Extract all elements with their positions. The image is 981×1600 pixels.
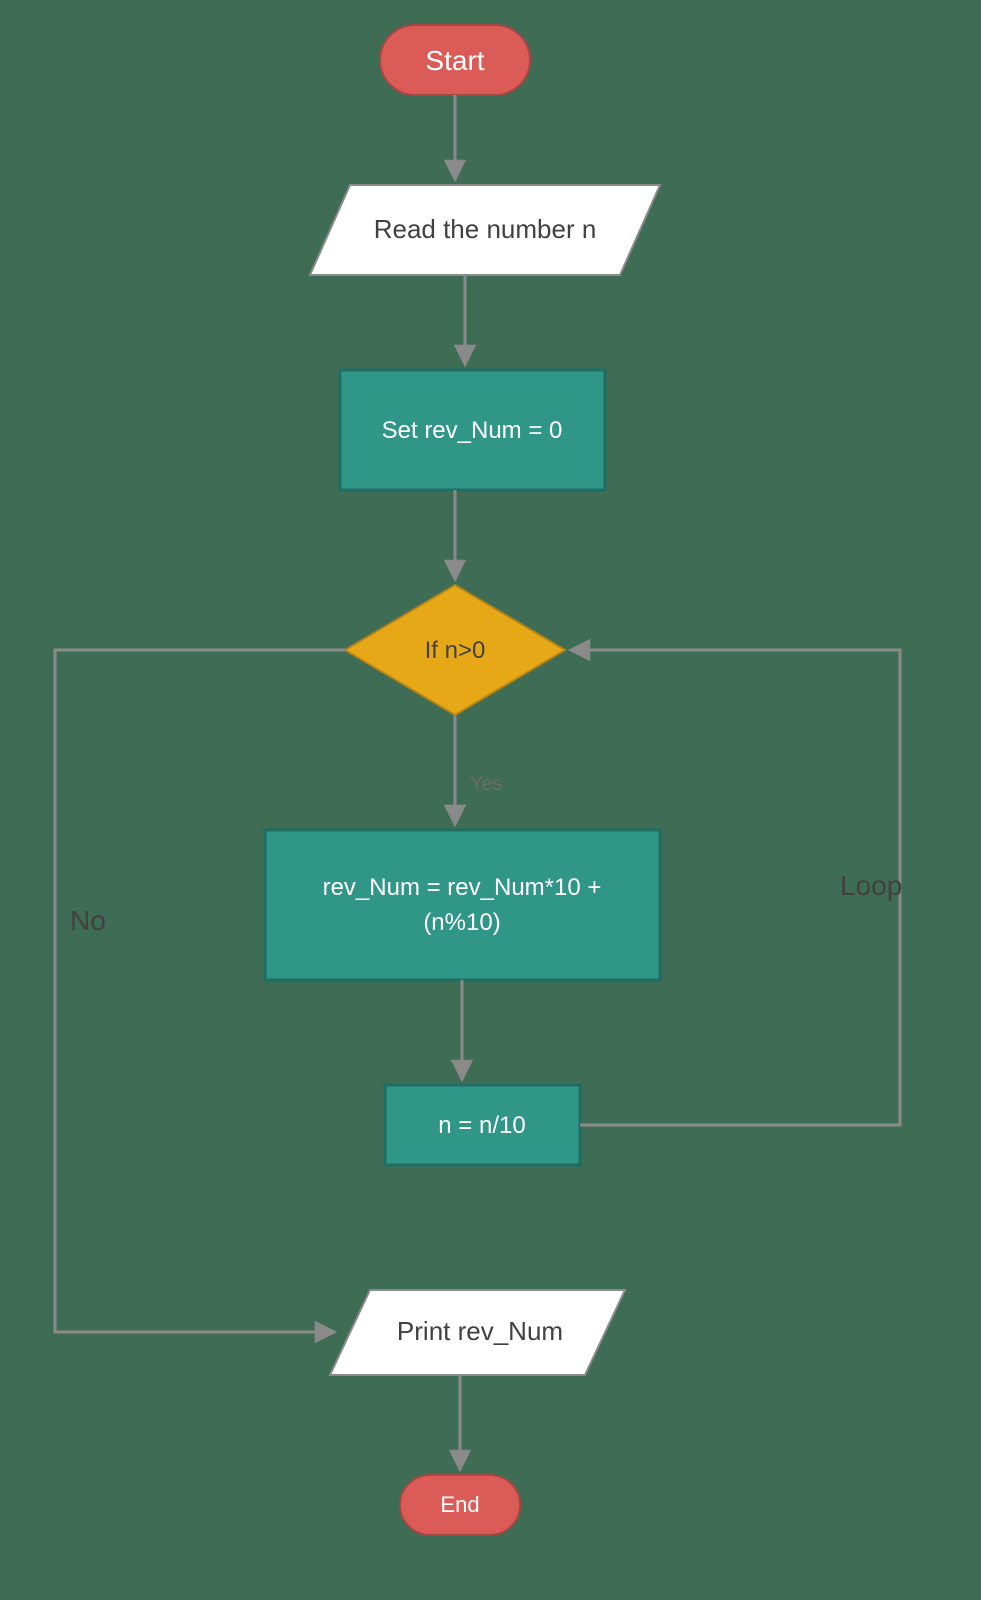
flowchart-canvas: Start Read the number n Set rev_Num = 0 …: [0, 0, 981, 1600]
node-cond: If n>0: [345, 585, 565, 715]
node-start: Start: [380, 25, 530, 95]
node-read: Read the number n: [310, 185, 660, 275]
node-update-label-line1: rev_Num = rev_Num*10 +: [323, 874, 602, 901]
node-init-label: Set rev_Num = 0: [382, 417, 563, 444]
edge-cond-print-no: [55, 650, 345, 1332]
node-read-label: Read the number n: [374, 214, 597, 244]
edge-loop-label: Loop: [840, 870, 902, 901]
node-print-label: Print rev_Num: [397, 1316, 563, 1346]
node-divide: n = n/10: [385, 1085, 580, 1165]
edge-cond-update-label: Yes: [470, 773, 503, 795]
node-end: End: [400, 1475, 520, 1535]
node-end-label: End: [440, 1492, 479, 1517]
node-print: Print rev_Num: [330, 1290, 625, 1375]
node-update: rev_Num = rev_Num*10 + (n%10): [265, 830, 660, 980]
node-init: Set rev_Num = 0: [340, 370, 605, 490]
edge-no-label: No: [70, 905, 106, 936]
node-update-label-line2: (n%10): [423, 909, 500, 936]
node-start-label: Start: [425, 45, 484, 76]
node-divide-label: n = n/10: [438, 1112, 525, 1139]
node-cond-label: If n>0: [425, 637, 486, 664]
